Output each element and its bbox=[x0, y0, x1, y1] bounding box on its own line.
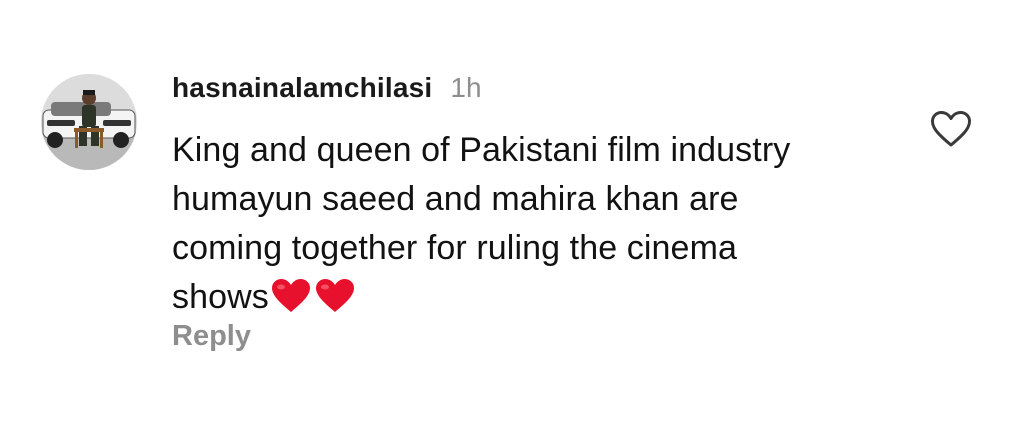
comment-line: shows bbox=[172, 278, 269, 316]
comment-line: King and queen of Pakistani film industr… bbox=[172, 131, 791, 169]
red-heart-icon bbox=[271, 279, 310, 312]
heart-outline-icon bbox=[931, 111, 971, 147]
timestamp: 1h bbox=[450, 72, 482, 103]
username[interactable]: hasnainalamchilasi bbox=[172, 72, 432, 104]
comment-item: hasnainalamchilasi 1h King and queen of … bbox=[0, 0, 1024, 422]
red-heart-icon bbox=[315, 279, 354, 312]
comment-line: coming together for ruling the cinema bbox=[172, 229, 737, 267]
avatar[interactable] bbox=[41, 74, 137, 170]
like-button[interactable] bbox=[930, 110, 972, 148]
comment-line: humayun saeed and mahira khan are bbox=[172, 180, 739, 218]
avatar-image bbox=[41, 74, 137, 170]
comment-header: hasnainalamchilasi 1h bbox=[172, 72, 482, 112]
comment-text: King and queen of Pakistani film industr… bbox=[172, 126, 892, 322]
comment-line-last: shows bbox=[172, 273, 892, 322]
reply-button[interactable]: Reply bbox=[172, 320, 251, 353]
